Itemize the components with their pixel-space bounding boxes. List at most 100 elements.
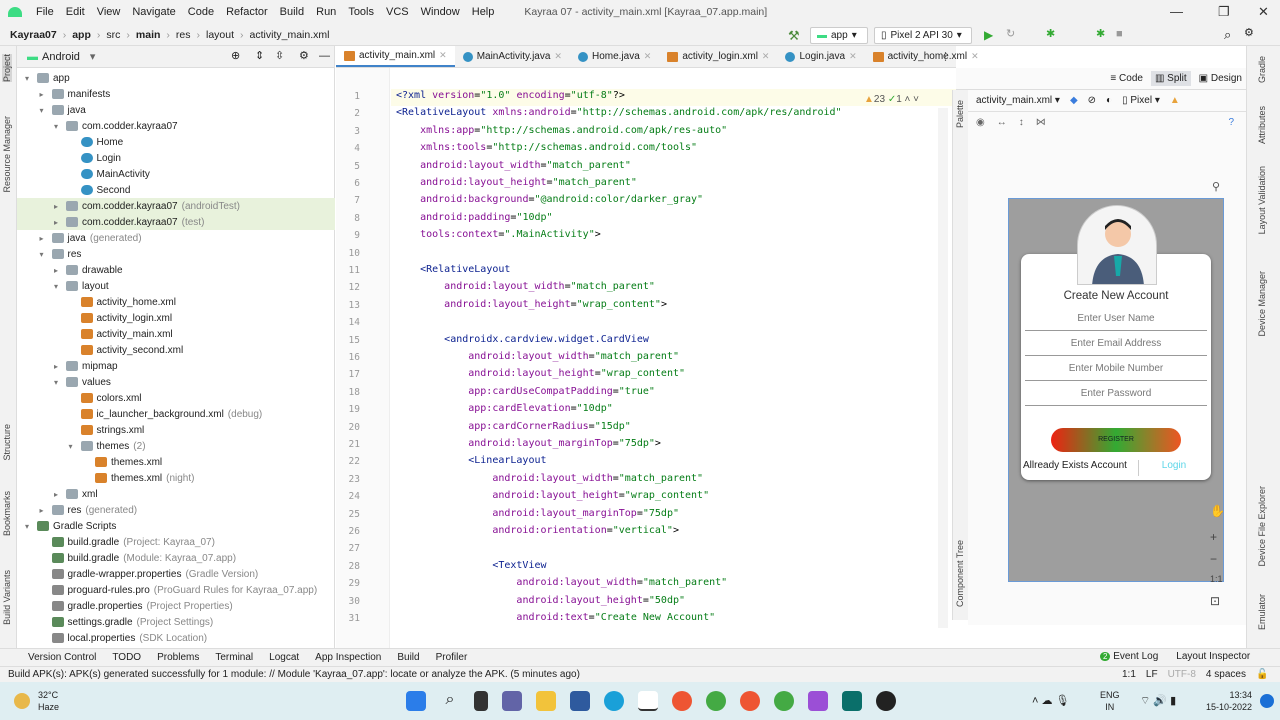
tree-item[interactable]: activity_main.xml: [17, 326, 335, 342]
close-tab-icon[interactable]: ✕: [644, 51, 652, 62]
chevron-right-icon[interactable]: ▸: [54, 490, 66, 499]
event-log-button[interactable]: 2 Event Log: [1100, 651, 1158, 662]
vertical-constraint-icon[interactable]: ↕: [1019, 117, 1024, 128]
layout-file-dropdown[interactable]: activity_main.xml ▾: [976, 95, 1060, 106]
breadcrumb-item[interactable]: main: [136, 29, 161, 41]
help-icon[interactable]: ?: [1228, 117, 1234, 128]
chevron-right-icon[interactable]: ▸: [54, 202, 66, 211]
breadcrumb-item[interactable]: app: [72, 29, 91, 41]
breadcrumb-item[interactable]: Kayraa07: [10, 29, 57, 41]
zoom-in-icon[interactable]: +: [1210, 530, 1217, 544]
device-manager-tab[interactable]: Device Manager: [1257, 271, 1267, 337]
toolwindow-todo[interactable]: TODO: [112, 652, 141, 663]
gear-icon[interactable]: ⚙: [1244, 28, 1254, 39]
stop-icon[interactable]: ■: [1116, 29, 1123, 40]
menu-window[interactable]: Window: [415, 6, 466, 18]
tree-item[interactable]: ▾ Gradle Scripts: [17, 518, 335, 534]
language-indicator[interactable]: ENG IN: [1100, 689, 1120, 713]
toolwindow-build[interactable]: Build: [397, 652, 419, 663]
encoding[interactable]: UTF-8: [1168, 669, 1196, 680]
edge-icon[interactable]: [604, 691, 625, 711]
menu-refactor[interactable]: Refactor: [220, 6, 274, 18]
tab-Home-java[interactable]: Home.java ✕: [570, 46, 659, 67]
toolwindow-app-inspection[interactable]: App Inspection: [315, 652, 381, 663]
login-link[interactable]: Login: [1139, 460, 1209, 476]
tree-item[interactable]: activity_home.xml: [17, 294, 335, 310]
chevron-down-icon[interactable]: ▾: [40, 106, 52, 115]
locate-icon[interactable]: ⊕: [231, 51, 240, 62]
project-view-dropdown[interactable]: Android: [42, 51, 80, 63]
chevron-right-icon[interactable]: ▸: [40, 506, 52, 515]
tree-item[interactable]: proguard-rules.pro (ProGuard Rules for Ka…: [17, 582, 335, 598]
search-icon[interactable]: ⌕: [440, 691, 460, 711]
collapse-all-icon[interactable]: ⇳: [275, 51, 284, 62]
gradle-tab[interactable]: Gradle: [1257, 56, 1267, 83]
maximize-button[interactable]: ❐: [1218, 4, 1230, 20]
tree-item[interactable]: themes.xml (night): [17, 470, 335, 486]
tree-item[interactable]: ▾ com.codder.kayraa07: [17, 118, 335, 134]
chevron-right-icon[interactable]: ▸: [54, 266, 66, 275]
breadcrumb-item[interactable]: activity_main.xml: [250, 29, 330, 41]
tree-item[interactable]: activity_login.xml: [17, 310, 335, 326]
layout-inspector-button[interactable]: Layout Inspector: [1176, 651, 1250, 662]
password-field[interactable]: Enter Password: [1025, 382, 1207, 406]
line-separator[interactable]: LF: [1146, 669, 1158, 680]
pan-icon[interactable]: ✋: [1210, 504, 1225, 518]
username-field[interactable]: Enter User Name: [1025, 307, 1207, 331]
tree-item[interactable]: ▸ com.codder.kayraa07 (test): [17, 214, 335, 230]
run-icon[interactable]: ▶: [984, 29, 993, 41]
close-tab-icon[interactable]: ✕: [439, 50, 447, 61]
tree-item[interactable]: themes.xml: [17, 454, 335, 470]
chrome-icon[interactable]: [672, 691, 693, 711]
android-studio-icon[interactable]: [638, 691, 659, 711]
warning-icon[interactable]: ▲: [1170, 95, 1180, 106]
network-volume-battery-icons[interactable]: ⌔ 🔊 ▮: [1140, 694, 1176, 708]
toolwindow-terminal[interactable]: Terminal: [215, 652, 253, 663]
magnet-icon[interactable]: ⋈: [1036, 117, 1046, 128]
app-icon[interactable]: [842, 691, 863, 711]
tab-Login-java[interactable]: Login.java ✕: [777, 46, 864, 67]
chevron-down-icon[interactable]: ▾: [54, 378, 66, 387]
gear-icon[interactable]: ⚙: [299, 51, 309, 62]
toolwindow-logcat[interactable]: Logcat: [269, 652, 299, 663]
device-file-explorer-tab[interactable]: Device File Explorer: [1257, 486, 1267, 567]
tree-item[interactable]: ▸ mipmap: [17, 358, 335, 374]
weather-icon[interactable]: [14, 693, 30, 709]
tree-item[interactable]: ▾ res: [17, 246, 335, 262]
run-config-dropdown[interactable]: ▬ app ▾: [810, 27, 868, 44]
theme-icon[interactable]: ◐: [1106, 95, 1112, 106]
tree-item[interactable]: Second: [17, 182, 335, 198]
chevron-down-icon[interactable]: ▾: [40, 250, 52, 259]
tab-activity-main-xml[interactable]: activity_main.xml ✕: [336, 46, 455, 67]
view-options-icon[interactable]: ◉: [976, 117, 985, 128]
build-hammer-icon[interactable]: ⚒: [788, 29, 800, 42]
tree-item[interactable]: ▾ themes (2): [17, 438, 335, 454]
tree-item[interactable]: MainActivity: [17, 166, 335, 182]
tree-item[interactable]: ▸ com.codder.kayraa07 (androidTest): [17, 198, 335, 214]
email-field[interactable]: Enter Email Address: [1025, 332, 1207, 356]
tree-item[interactable]: gradle.properties (Project Properties): [17, 598, 335, 614]
chevron-right-icon[interactable]: ▸: [54, 362, 66, 371]
palette-tab[interactable]: Palette: [955, 100, 965, 128]
close-button[interactable]: ✕: [1258, 4, 1269, 20]
build-variants-tab[interactable]: Build Variants: [2, 570, 12, 625]
menu-vcs[interactable]: VCS: [380, 6, 415, 18]
chevron-down-icon[interactable]: ▾: [25, 522, 37, 531]
tab-MainActivity-java[interactable]: MainActivity.java ✕: [455, 46, 570, 67]
tab-activity-home-xml[interactable]: activity_home.xml ✕: [865, 46, 987, 67]
tree-item[interactable]: ▾ values: [17, 374, 335, 390]
breadcrumb-item[interactable]: res: [176, 29, 191, 41]
toolwindow-problems[interactable]: Problems: [157, 652, 199, 663]
resource-manager-tab[interactable]: Resource Manager: [2, 116, 12, 193]
tree-item[interactable]: Login: [17, 150, 335, 166]
register-button[interactable]: REGISTER: [1051, 428, 1181, 452]
chevron-down-icon[interactable]: ▾: [25, 74, 37, 83]
attach-debugger-icon[interactable]: ✱: [1096, 29, 1105, 40]
menu-help[interactable]: Help: [466, 6, 501, 18]
component-tree-tab[interactable]: Component Tree: [955, 540, 965, 607]
chevron-right-icon[interactable]: ▸: [40, 234, 52, 243]
tree-item[interactable]: ic_launcher_background.xml (debug): [17, 406, 335, 422]
toolwindow-profiler[interactable]: Profiler: [436, 652, 468, 663]
more-tabs-icon[interactable]: ⋮: [940, 50, 951, 63]
structure-tab[interactable]: Structure: [2, 424, 12, 461]
